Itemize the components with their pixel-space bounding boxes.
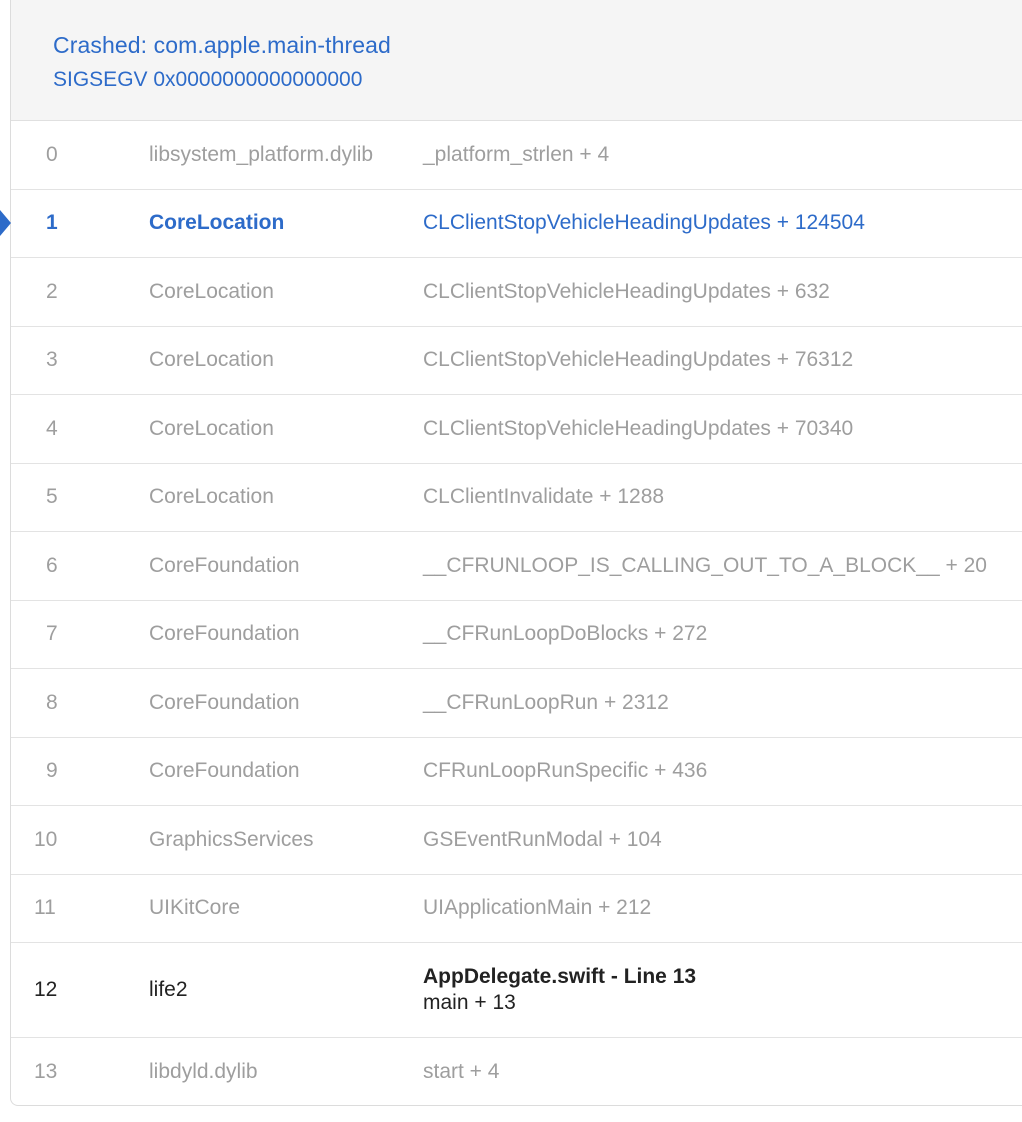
frame-row-8[interactable]: 8 CoreFoundation __CFRunLoopRun + 2312 <box>11 669 1022 738</box>
frame-row-5[interactable]: 5 CoreLocation CLClientInvalidate + 1288 <box>11 464 1022 532</box>
frame-index: 1 <box>46 211 58 235</box>
frame-symbol: GSEventRunModal + 104 <box>423 827 662 851</box>
frame-symbol: CLClientStopVehicleHeadingUpdates + 632 <box>423 279 830 303</box>
frame-index: 12 <box>34 978 58 1001</box>
frame-index: 11 <box>34 896 56 920</box>
frame-row-12-app-code[interactable]: 12 life2 AppDelegate.swift - Line 13 mai… <box>11 943 1022 1038</box>
frame-row-0[interactable]: 0 libsystem_platform.dylib _platform_str… <box>11 121 1022 190</box>
frame-library: CoreLocation <box>149 211 285 235</box>
frame-symbol: CLClientStopVehicleHeadingUpdates + 7034… <box>423 416 854 440</box>
frame-row-1-selected[interactable]: 1 CoreLocation CLClientStopVehicleHeadin… <box>11 190 1022 258</box>
frame-library: CoreFoundation <box>149 622 300 646</box>
frame-row-7[interactable]: 7 CoreFoundation __CFRunLoopDoBlocks + 2… <box>11 601 1022 669</box>
frame-symbol: main + 13 <box>423 991 516 1014</box>
frame-symbol: CFRunLoopRunSpecific + 436 <box>423 759 708 783</box>
frame-row-6[interactable]: 6 CoreFoundation __CFRUNLOOP_IS_CALLING_… <box>11 532 1022 601</box>
frame-library: CoreLocation <box>149 416 274 440</box>
frame-library: life2 <box>149 978 188 1001</box>
frame-list: 0 libsystem_platform.dylib _platform_str… <box>11 121 1022 1105</box>
frame-library: CoreLocation <box>149 485 274 509</box>
crash-signal: SIGSEGV 0x0000000000000000 <box>53 68 363 91</box>
frame-library: CoreFoundation <box>149 690 300 714</box>
frame-row-13[interactable]: 13 libdyld.dylib start + 4 <box>11 1038 1022 1105</box>
frame-library: CoreFoundation <box>149 759 300 783</box>
frame-row-2[interactable]: 2 CoreLocation CLClientStopVehicleHeadin… <box>11 258 1022 327</box>
frame-symbol: CLClientStopVehicleHeadingUpdates + 1245… <box>423 211 865 235</box>
frame-symbol: CLClientInvalidate + 1288 <box>423 485 665 509</box>
frame-library: UIKitCore <box>149 896 241 920</box>
frame-row-9[interactable]: 9 CoreFoundation CFRunLoopRunSpecific + … <box>11 738 1022 806</box>
frame-row-10[interactable]: 10 GraphicsServices GSEventRunModal + 10… <box>11 806 1022 875</box>
frame-index: 10 <box>34 827 58 851</box>
frame-row-4[interactable]: 4 CoreLocation CLClientStopVehicleHeadin… <box>11 395 1022 464</box>
frame-row-3[interactable]: 3 CoreLocation CLClientStopVehicleHeadin… <box>11 327 1022 395</box>
frame-index: 6 <box>46 553 58 577</box>
frame-library: CoreLocation <box>149 279 274 303</box>
frame-index: 13 <box>34 1060 58 1083</box>
frame-library: libsystem_platform.dylib <box>149 142 374 166</box>
frame-index: 3 <box>46 348 58 372</box>
frame-index: 8 <box>46 690 58 714</box>
frame-symbol: CLClientStopVehicleHeadingUpdates + 7631… <box>423 348 854 372</box>
frame-symbol: UIApplicationMain + 212 <box>423 896 652 920</box>
frame-index: 2 <box>46 279 58 303</box>
frame-row-11[interactable]: 11 UIKitCore UIApplicationMain + 212 <box>11 875 1022 943</box>
frame-index: 4 <box>46 416 58 440</box>
frame-library: CoreFoundation <box>149 553 300 577</box>
frame-symbol: __CFRUNLOOP_IS_CALLING_OUT_TO_A_BLOCK__ … <box>423 553 987 577</box>
frame-symbol: _platform_strlen + 4 <box>423 142 610 166</box>
frame-index: 5 <box>46 485 58 509</box>
stack-trace-panel: Crashed: com.apple.main-thread SIGSEGV 0… <box>10 0 1022 1106</box>
crash-header: Crashed: com.apple.main-thread SIGSEGV 0… <box>11 0 1022 121</box>
frame-symbol: __CFRunLoopDoBlocks + 272 <box>423 622 708 646</box>
frame-index: 0 <box>46 142 58 166</box>
crash-thread-title: Crashed: com.apple.main-thread <box>53 32 391 58</box>
frame-library: GraphicsServices <box>149 827 314 851</box>
frame-symbol: start + 4 <box>423 1060 500 1083</box>
triangle-right-icon <box>0 210 11 236</box>
frame-library: libdyld.dylib <box>149 1060 258 1083</box>
frame-source-location[interactable]: AppDelegate.swift - Line 13 <box>423 965 1022 989</box>
frame-index: 9 <box>46 759 58 783</box>
frame-symbol: __CFRunLoopRun + 2312 <box>423 690 669 714</box>
frame-symbol-block: AppDelegate.swift - Line 13 main + 13 <box>423 965 1022 1015</box>
frame-index: 7 <box>46 622 58 646</box>
frame-library: CoreLocation <box>149 348 274 372</box>
